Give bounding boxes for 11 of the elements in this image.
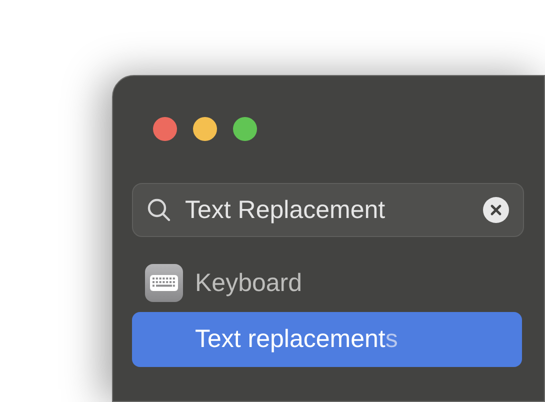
category-label: Keyboard [195, 268, 302, 298]
search-bar[interactable]: Text Replacement [132, 183, 524, 237]
search-result-item[interactable]: Text replacements [132, 312, 522, 367]
search-icon [147, 198, 171, 222]
close-button[interactable] [153, 117, 177, 141]
keyboard-icon [145, 264, 183, 302]
close-icon [490, 204, 502, 216]
clear-button[interactable] [483, 197, 509, 223]
search-field[interactable]: Text Replacement [185, 196, 469, 224]
zoom-button[interactable] [233, 117, 257, 141]
minimize-button[interactable] [193, 117, 217, 141]
